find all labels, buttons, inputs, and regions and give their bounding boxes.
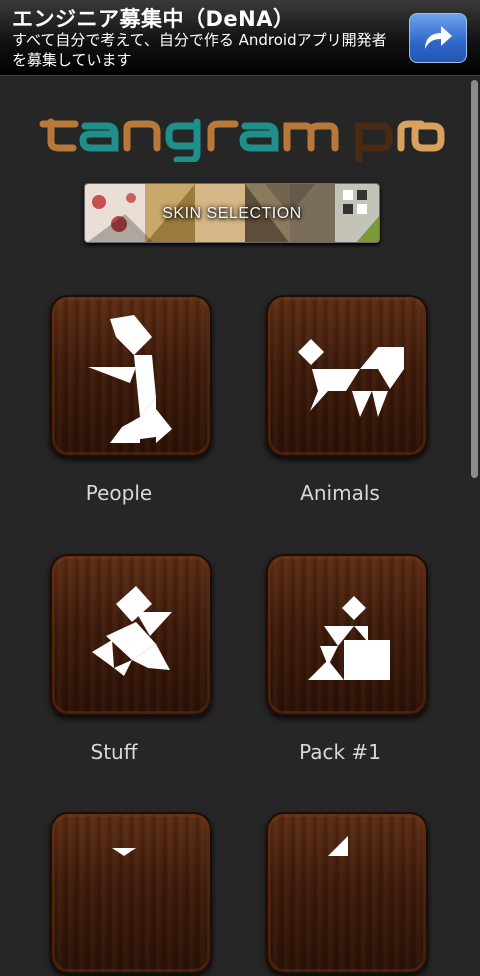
skin-selection-label: SKIN SELECTION — [162, 205, 302, 222]
tangram-partial-icon — [112, 848, 136, 856]
category-tile-animals[interactable] — [266, 295, 428, 457]
tangram-pack-icon — [308, 596, 390, 680]
category-label-stuff: Stuff — [90, 740, 138, 764]
category-tile-partial-left[interactable] — [50, 812, 212, 974]
tangram-stuff-icon — [92, 586, 172, 676]
category-tile-stuff[interactable] — [50, 554, 212, 716]
category-tile-pack-1[interactable] — [266, 554, 428, 716]
ad-action-button[interactable] — [409, 13, 467, 63]
category-label-animals: Animals — [300, 481, 380, 505]
share-arrow-icon — [425, 26, 452, 49]
ad-body: すべて自分で考えて、自分で作る Androidアプリ開発者を募集しています — [12, 31, 387, 69]
tangram-person-icon — [88, 315, 172, 443]
category-tile-partial-right[interactable] — [266, 812, 428, 974]
category-label-pack-1: Pack #1 — [299, 740, 381, 764]
app-logo — [37, 104, 445, 164]
category-tile-people[interactable] — [50, 295, 212, 457]
tangram-animal-icon — [298, 339, 404, 417]
tangram-partial-icon — [328, 836, 348, 856]
ad-banner[interactable]: エンジニア募集中（DeNA） すべて自分で考えて、自分で作る Androidアプ… — [0, 0, 480, 76]
category-label-people: People — [85, 481, 153, 505]
scrollbar[interactable] — [471, 80, 478, 478]
ad-title: エンジニア募集中（DeNA） — [12, 7, 295, 31]
skin-selection-button[interactable]: SKIN SELECTION — [84, 183, 380, 243]
